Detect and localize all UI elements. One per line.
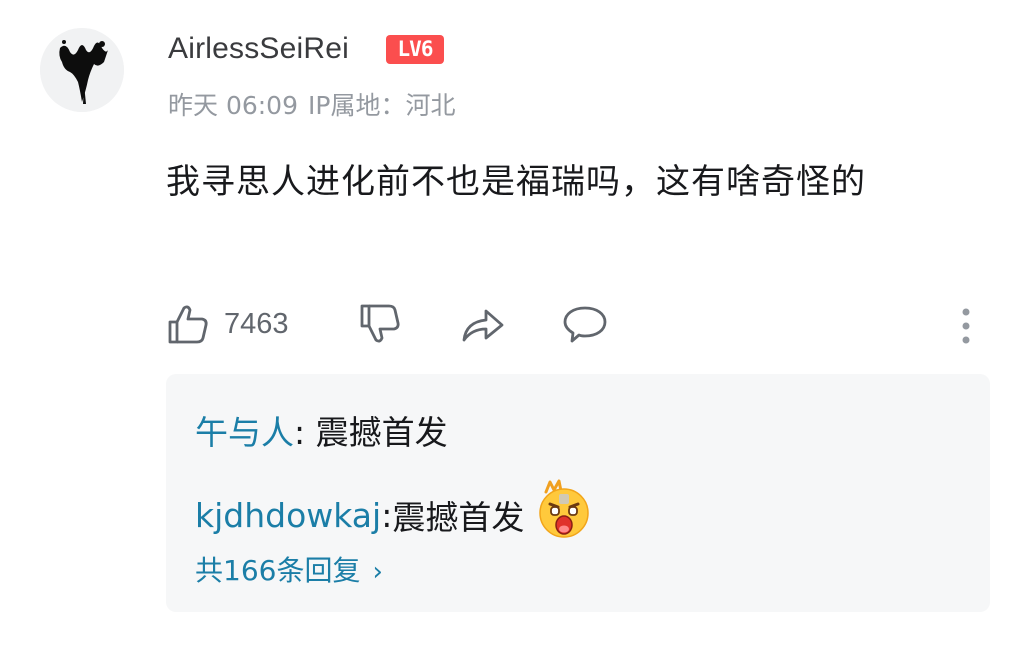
shocked-emoji-icon (530, 478, 592, 540)
reply-separator: : (381, 495, 393, 535)
thumbs-down-icon (360, 304, 400, 343)
comment-time: 昨天 06:09 (168, 91, 298, 120)
reply-text: 震撼首发 (392, 498, 525, 537)
comment-icon (563, 306, 607, 343)
ip-location: IP属地：河北 (308, 91, 456, 120)
share-icon (462, 309, 504, 342)
reply-preview-box: 午与人: 震撼首发 kjdhdowkaj: 震撼首发 共166条回复 › (166, 374, 990, 612)
more-options-button[interactable] (956, 298, 976, 350)
like-count: 7463 (224, 307, 289, 340)
action-bar: 7463 (166, 298, 986, 350)
reply-item[interactable]: kjdhdowkaj: 震撼首发 (195, 479, 592, 546)
thumbs-up-icon (168, 305, 208, 344)
comment-meta: 昨天 06:09 IP属地：河北 (168, 86, 465, 122)
avatar-ink-splatter-image (40, 28, 124, 112)
reply-item[interactable]: 午与人: 震撼首发 (195, 406, 448, 454)
reply-author[interactable]: kjdhdowkaj (195, 496, 381, 535)
avatar[interactable] (40, 28, 124, 112)
reply-text: 震撼首发 (315, 413, 448, 452)
more-icon (962, 308, 970, 344)
reply-separator: : (294, 413, 316, 452)
view-all-replies-link[interactable]: 共166条回复 › (195, 549, 383, 589)
username[interactable]: AirlessSeiRei (168, 32, 349, 66)
dislike-button[interactable] (358, 298, 402, 350)
chevron-right-icon: › (372, 557, 383, 587)
reply-count-label: 共166条回复 (195, 554, 361, 587)
like-button[interactable]: 7463 (166, 298, 289, 350)
reply-author[interactable]: 午与人 (195, 413, 294, 452)
level-badge: LV6 (386, 35, 444, 64)
reply-button[interactable] (562, 298, 608, 350)
comment-text: 我寻思人进化前不也是福瑞吗，这有啥奇怪的 (166, 162, 866, 202)
share-button[interactable] (460, 298, 506, 350)
